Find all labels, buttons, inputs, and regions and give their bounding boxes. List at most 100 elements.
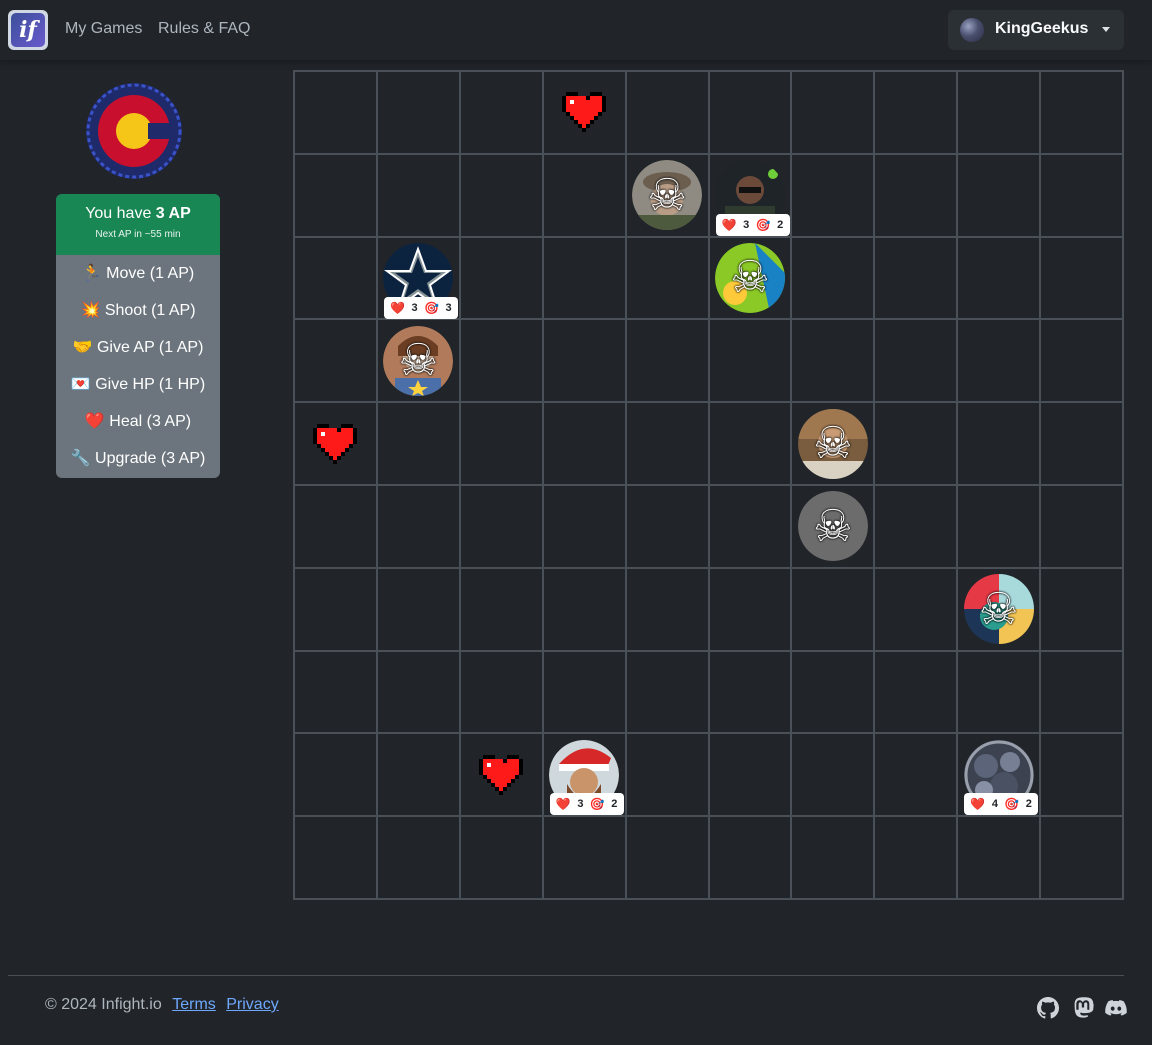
board-cell[interactable] [459,153,543,237]
board-cell[interactable]: ☠ [376,319,460,403]
board-cell[interactable] [874,71,958,154]
board-cell[interactable] [874,816,958,899]
nav-link-rules-faq[interactable]: Rules & FAQ [158,20,250,38]
board-cell[interactable] [708,485,792,568]
brand-logo[interactable]: if [8,10,48,50]
board-cell[interactable] [376,650,460,734]
board-cell[interactable] [791,153,875,237]
board-cell[interactable] [791,816,875,899]
board-cell[interactable] [625,485,709,568]
dead-player-token[interactable]: ☠ [797,491,868,562]
board-cell[interactable] [459,236,543,320]
board-cell[interactable] [376,153,460,237]
github-icon[interactable] [1036,996,1060,1020]
board-cell[interactable] [376,816,460,899]
board-cell[interactable] [708,650,792,734]
board-cell[interactable] [376,733,460,817]
board-cell[interactable]: ❤️ 3 🎯 3 [376,236,460,320]
board-cell[interactable] [874,402,958,485]
board-cell[interactable] [791,71,875,154]
user-dropdown[interactable]: KingGeekus [948,10,1124,50]
board-cell[interactable] [625,236,709,320]
board-cell[interactable] [874,733,958,817]
board-cell[interactable] [708,816,792,899]
board-cell[interactable] [542,650,626,734]
board-cell[interactable] [708,319,792,403]
board-cell[interactable] [957,153,1041,237]
board-cell[interactable] [791,319,875,403]
board-cell[interactable]: ☠ [708,236,792,320]
board-cell[interactable] [708,71,792,154]
board-cell[interactable] [1040,153,1123,237]
dead-player-token[interactable]: ☠ [963,574,1034,645]
move-button[interactable]: 🏃 Move (1 AP) [56,255,220,292]
board-cell[interactable] [957,402,1041,485]
board-cell[interactable] [376,567,460,651]
board-cell[interactable] [294,650,377,734]
shoot-button[interactable]: 💥 Shoot (1 AP) [56,292,220,329]
give-ap-button[interactable]: 🤝 Give AP (1 AP) [56,329,220,366]
dead-player-token[interactable]: ☠ [632,160,703,231]
board-cell[interactable] [874,485,958,568]
board-cell[interactable] [1040,402,1123,485]
board-cell[interactable] [542,402,626,485]
board-cell[interactable] [874,153,958,237]
board-cell[interactable] [1040,71,1123,154]
board-cell[interactable] [294,402,377,485]
board-cell[interactable] [625,71,709,154]
board-cell[interactable] [459,567,543,651]
board-cell[interactable] [542,319,626,403]
board-cell[interactable] [294,733,377,817]
upgrade-button[interactable]: 🔧 Upgrade (3 AP) [56,440,220,477]
board-cell[interactable] [376,402,460,485]
board-cell[interactable]: ❤️ 3 🎯 2 [542,733,626,817]
board-cell[interactable] [874,319,958,403]
discord-icon[interactable] [1104,996,1128,1020]
board-cell[interactable] [625,567,709,651]
board-cell[interactable] [1040,733,1123,817]
board-cell[interactable] [791,236,875,320]
board-cell[interactable] [625,650,709,734]
board-cell[interactable] [1040,567,1123,651]
dead-player-token[interactable]: ☠ [797,408,868,479]
board-cell[interactable] [542,485,626,568]
board-cell[interactable] [791,567,875,651]
board-cell[interactable] [459,402,543,485]
board-cell[interactable] [708,402,792,485]
board-cell[interactable] [459,733,543,817]
board-cell[interactable] [957,71,1041,154]
board-cell[interactable] [791,733,875,817]
board-cell[interactable] [1040,485,1123,568]
board-cell[interactable] [542,153,626,237]
board-cell[interactable] [294,319,377,403]
board-cell[interactable] [957,650,1041,734]
board-cell[interactable] [708,567,792,651]
board-cell[interactable] [459,71,543,154]
board-cell[interactable] [625,733,709,817]
board-cell[interactable]: ☠ [957,567,1041,651]
board-cell[interactable] [294,485,377,568]
board-cell[interactable] [542,71,626,154]
board-cell[interactable] [294,236,377,320]
board-cell[interactable] [957,319,1041,403]
board-cell[interactable] [294,816,377,899]
give-hp-button[interactable]: 💌 Give HP (1 HP) [56,366,220,403]
board-cell[interactable] [957,485,1041,568]
heart-pickup-icon[interactable] [562,92,607,133]
board-cell[interactable] [1040,650,1123,734]
board-cell[interactable]: ☠ [791,402,875,485]
board-cell[interactable] [874,236,958,320]
heal-button[interactable]: ❤️ Heal (3 AP) [56,403,220,440]
board-cell[interactable] [957,236,1041,320]
board-cell[interactable] [625,816,709,899]
dead-player-token[interactable]: ☠ [383,325,454,396]
board-cell[interactable] [791,650,875,734]
board-cell[interactable] [1040,816,1123,899]
board-cell[interactable]: ☠ [791,485,875,568]
board-cell[interactable]: ❤️ 3 🎯 2 [708,153,792,237]
board-cell[interactable] [459,319,543,403]
board-cell[interactable] [376,71,460,154]
board-cell[interactable] [625,319,709,403]
privacy-link[interactable]: Privacy [226,996,278,1013]
board-cell[interactable] [874,567,958,651]
